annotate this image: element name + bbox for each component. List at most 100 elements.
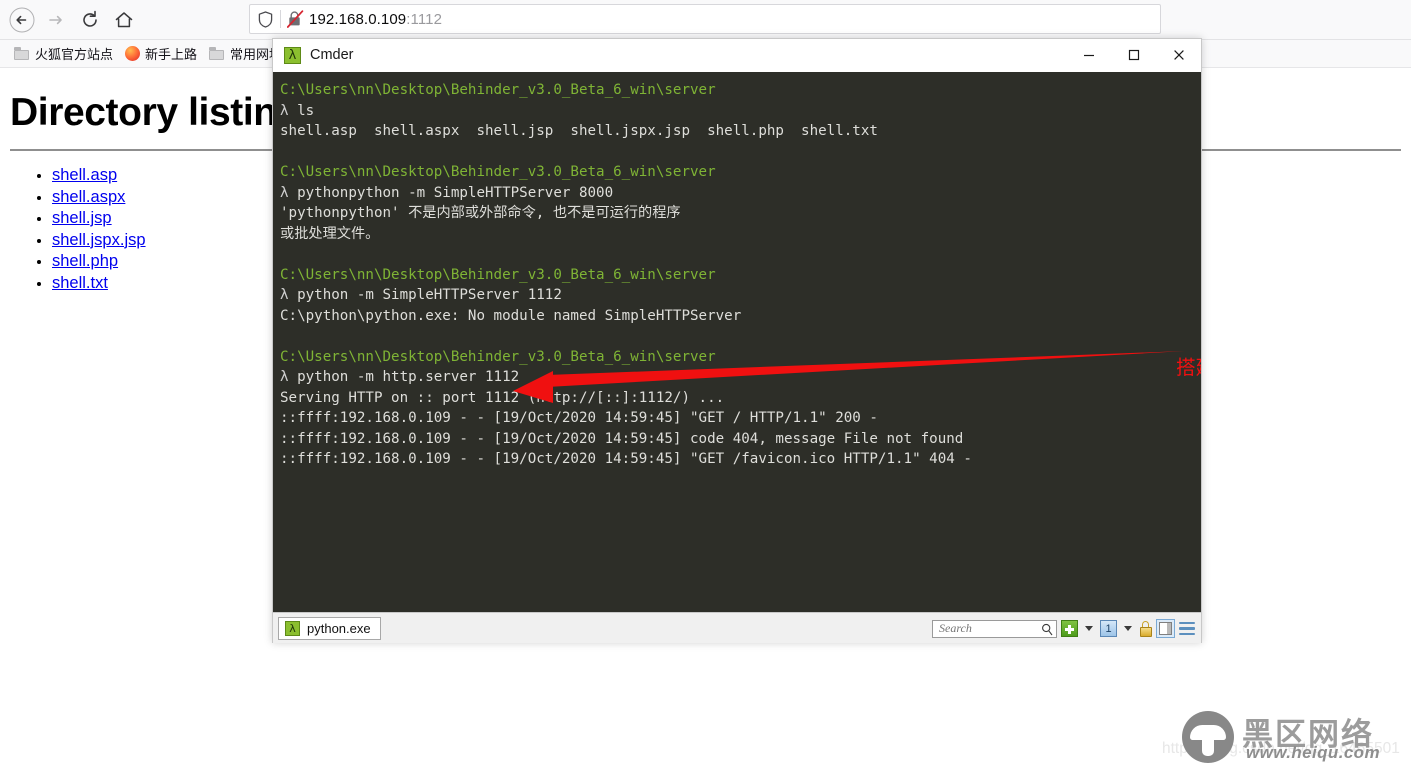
terminal-text: ::ffff:192.168.0.109 - - [19/Oct/2020 14… xyxy=(280,430,964,447)
active-console-button[interactable]: 1 xyxy=(1100,620,1117,637)
search-input-wrapper[interactable] xyxy=(932,619,1057,641)
terminal-output: C:\Users\nn\Desktop\Behinder_v3.0_Beta_6… xyxy=(280,80,1201,470)
terminal-text: ::ffff:192.168.0.109 - - [19/Oct/2020 14… xyxy=(280,451,972,467)
file-link-shell-txt[interactable]: shell.txt xyxy=(52,274,108,292)
url-text[interactable]: 192.168.0.109:1112 xyxy=(309,11,442,28)
terminal-text: C:\python\python.exe: No module named Si… xyxy=(280,307,742,324)
terminal-line: λ ls xyxy=(280,101,1201,122)
url-port: :1112 xyxy=(406,10,443,28)
terminal-line: C:\python\python.exe: No module named Si… xyxy=(280,306,1201,327)
terminal-line: ::ffff:192.168.0.109 - - [19/Oct/2020 14… xyxy=(280,408,1201,429)
terminal-line: λ pythonpython -m SimpleHTTPServer 8000 xyxy=(280,183,1201,204)
menu-button[interactable] xyxy=(1179,622,1195,635)
navigation-buttons xyxy=(6,4,140,36)
shield-icon[interactable] xyxy=(250,10,280,28)
window-buttons xyxy=(1066,39,1201,71)
terminal-text: C:\Users\nn\Desktop\Behinder_v3.0_Beta_6… xyxy=(280,266,716,283)
terminal-line: ::ffff:192.168.0.109 - - [19/Oct/2020 14… xyxy=(280,429,1201,450)
file-link-shell-jspx-jsp[interactable]: shell.jspx.jsp xyxy=(52,231,146,249)
terminal-text: λ xyxy=(280,369,298,385)
bookmark-label: 新手上路 xyxy=(145,47,198,62)
terminal-text: pythonpython -m SimpleHTTPServer 8000 xyxy=(297,184,614,201)
arrow-left-icon xyxy=(9,7,35,33)
lambda-icon: λ xyxy=(284,46,301,64)
crossed-lock-icon[interactable] xyxy=(281,10,309,28)
new-console-dropdown[interactable] xyxy=(1082,626,1096,631)
console-dropdown[interactable] xyxy=(1121,626,1135,631)
close-button[interactable] xyxy=(1156,39,1201,71)
cmder-status-bar: λ python.exe Search 1 xyxy=(273,612,1201,643)
terminal-text: python -m SimpleHTTPServer 1112 xyxy=(297,287,562,303)
reload-button[interactable] xyxy=(74,4,106,36)
file-link-shell-jsp[interactable]: shell.jsp xyxy=(52,209,112,227)
folder-icon xyxy=(209,47,225,60)
file-link-shell-asp[interactable]: shell.asp xyxy=(52,166,117,184)
console-tab-label: python.exe xyxy=(307,620,371,636)
terminal-text: λ xyxy=(280,102,298,119)
chevron-down-icon xyxy=(1085,626,1093,631)
terminal-line: 'pythonpython' 不是内部或外部命令, 也不是可运行的程序 xyxy=(280,203,1201,224)
minimize-icon xyxy=(1083,54,1094,57)
terminal-line: Serving HTTP on :: port 1112 (http://[::… xyxy=(280,388,1201,409)
terminal-line: C:\Users\nn\Desktop\Behinder_v3.0_Beta_6… xyxy=(280,162,1201,183)
browser-toolbar: 192.168.0.109:1112 xyxy=(0,0,1411,40)
bookmark-firefox-official[interactable]: 火狐官方站点 xyxy=(8,42,119,65)
home-icon xyxy=(115,12,133,28)
screen: Directory listing shell.asp shell.aspx s… xyxy=(0,0,1411,775)
terminal-text: 或批处理文件。 xyxy=(280,225,380,242)
console-tab-python[interactable]: λ python.exe xyxy=(278,616,381,640)
terminal-line: λ python -m SimpleHTTPServer 1112 xyxy=(280,285,1201,306)
split-panel-icon xyxy=(1156,619,1175,638)
panel-button[interactable] xyxy=(1156,619,1175,638)
firefox-icon xyxy=(125,46,141,61)
terminal-text: C:\Users\nn\Desktop\Behinder_v3.0_Beta_6… xyxy=(280,82,716,98)
terminal-line: shell.asp shell.aspx shell.jsp shell.jsp… xyxy=(280,121,1201,142)
bookmark-label: 火狐官方站点 xyxy=(35,47,114,62)
terminal-text: python -m http.server 1112 xyxy=(297,369,520,385)
terminal-line: C:\Users\nn\Desktop\Behinder_v3.0_Beta_6… xyxy=(280,347,1201,368)
magnifier-icon[interactable] xyxy=(1041,623,1053,641)
minimize-button[interactable] xyxy=(1066,39,1111,71)
terminal-text: Serving HTTP on :: port 1112 (http://[::… xyxy=(280,389,725,406)
forward-button[interactable] xyxy=(40,4,72,36)
lock-icon xyxy=(1139,620,1152,637)
folder-icon xyxy=(14,47,30,60)
terminal-text: ::ffff:192.168.0.109 - - [19/Oct/2020 14… xyxy=(280,410,878,426)
close-icon xyxy=(1173,50,1184,60)
search-input[interactable] xyxy=(937,620,1054,637)
terminal-text: C:\Users\nn\Desktop\Behinder_v3.0_Beta_6… xyxy=(280,348,716,365)
green-plus-icon xyxy=(1061,620,1078,637)
bookmark-getting-started[interactable]: 新手上路 xyxy=(119,42,203,65)
terminal-text: 'pythonpython' 不是内部或外部命令, 也不是可运行的程序 xyxy=(280,205,681,221)
terminal-line: C:\Users\nn\Desktop\Behinder_v3.0_Beta_6… xyxy=(280,80,1201,101)
chevron-down-icon xyxy=(1124,626,1132,631)
home-button[interactable] xyxy=(108,4,140,36)
cmder-window[interactable]: λ Cmder C:\Users\nn\Desktop\Behinder_v3.… xyxy=(272,38,1202,643)
terminal-line: ::ffff:192.168.0.109 - - [19/Oct/2020 14… xyxy=(280,449,1201,470)
terminal-text: ls xyxy=(297,102,315,119)
hamburger-icon xyxy=(1179,622,1195,635)
annotation-text: 搭建一个简单的http服务 xyxy=(1176,357,1201,379)
terminal-text: shell.asp shell.aspx shell.jsp shell.jsp… xyxy=(280,123,878,139)
file-link-shell-php[interactable]: shell.php xyxy=(52,252,118,270)
maximize-button[interactable] xyxy=(1111,39,1156,71)
terminal-text: λ xyxy=(280,184,298,201)
status-bar-controls: 1 xyxy=(932,613,1195,644)
back-button[interactable] xyxy=(6,4,38,36)
lambda-icon: λ xyxy=(285,620,300,636)
console-index-badge: 1 xyxy=(1100,620,1117,637)
terminal-text: C:\Users\nn\Desktop\Behinder_v3.0_Beta_6… xyxy=(280,164,716,180)
new-console-button[interactable] xyxy=(1061,620,1078,637)
url-host: 192.168.0.109 xyxy=(309,10,407,28)
terminal-area[interactable]: C:\Users\nn\Desktop\Behinder_v3.0_Beta_6… xyxy=(273,72,1201,612)
terminal-line: λ python -m http.server 1112 xyxy=(280,367,1201,388)
lock-button[interactable] xyxy=(1139,620,1152,637)
terminal-text: λ xyxy=(280,287,298,303)
address-bar[interactable]: 192.168.0.109:1112 xyxy=(249,4,1161,34)
cmder-titlebar[interactable]: λ Cmder xyxy=(273,39,1201,72)
file-link-shell-aspx[interactable]: shell.aspx xyxy=(52,188,125,206)
arrow-right-icon xyxy=(49,15,62,25)
